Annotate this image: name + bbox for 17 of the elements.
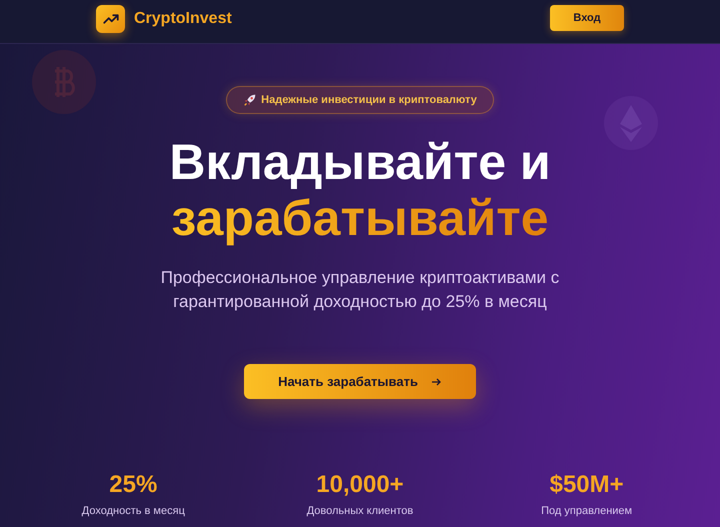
brand-name[interactable]: CryptoInvest [134,10,232,28]
trend-logo-icon [96,4,125,32]
stat-value: 25% [109,471,158,499]
stat-label: Под управлением [541,505,632,517]
arrow-right-icon [430,376,442,388]
stat-label: Доходность в месяц [82,505,185,517]
stat-value: 10,000+ [316,471,404,499]
bitcoin-icon [31,49,97,115]
start-earning-button[interactable]: Начать зарабатывать [244,364,476,399]
badge-text: Надежные инвестиции в криптовалюту [261,94,477,106]
subtitle: Профессиональное управление криптоактивами с гарантированной доходностью до 25% в месяц [160,267,560,313]
headline: Вкладывайте и [169,134,551,190]
stat-label: Довольных клиентов [306,505,414,517]
login-button[interactable]: Вход [550,4,624,30]
ethereum-icon [603,95,659,151]
rocket-icon [243,93,258,107]
stat-value: $50M+ [550,471,624,499]
